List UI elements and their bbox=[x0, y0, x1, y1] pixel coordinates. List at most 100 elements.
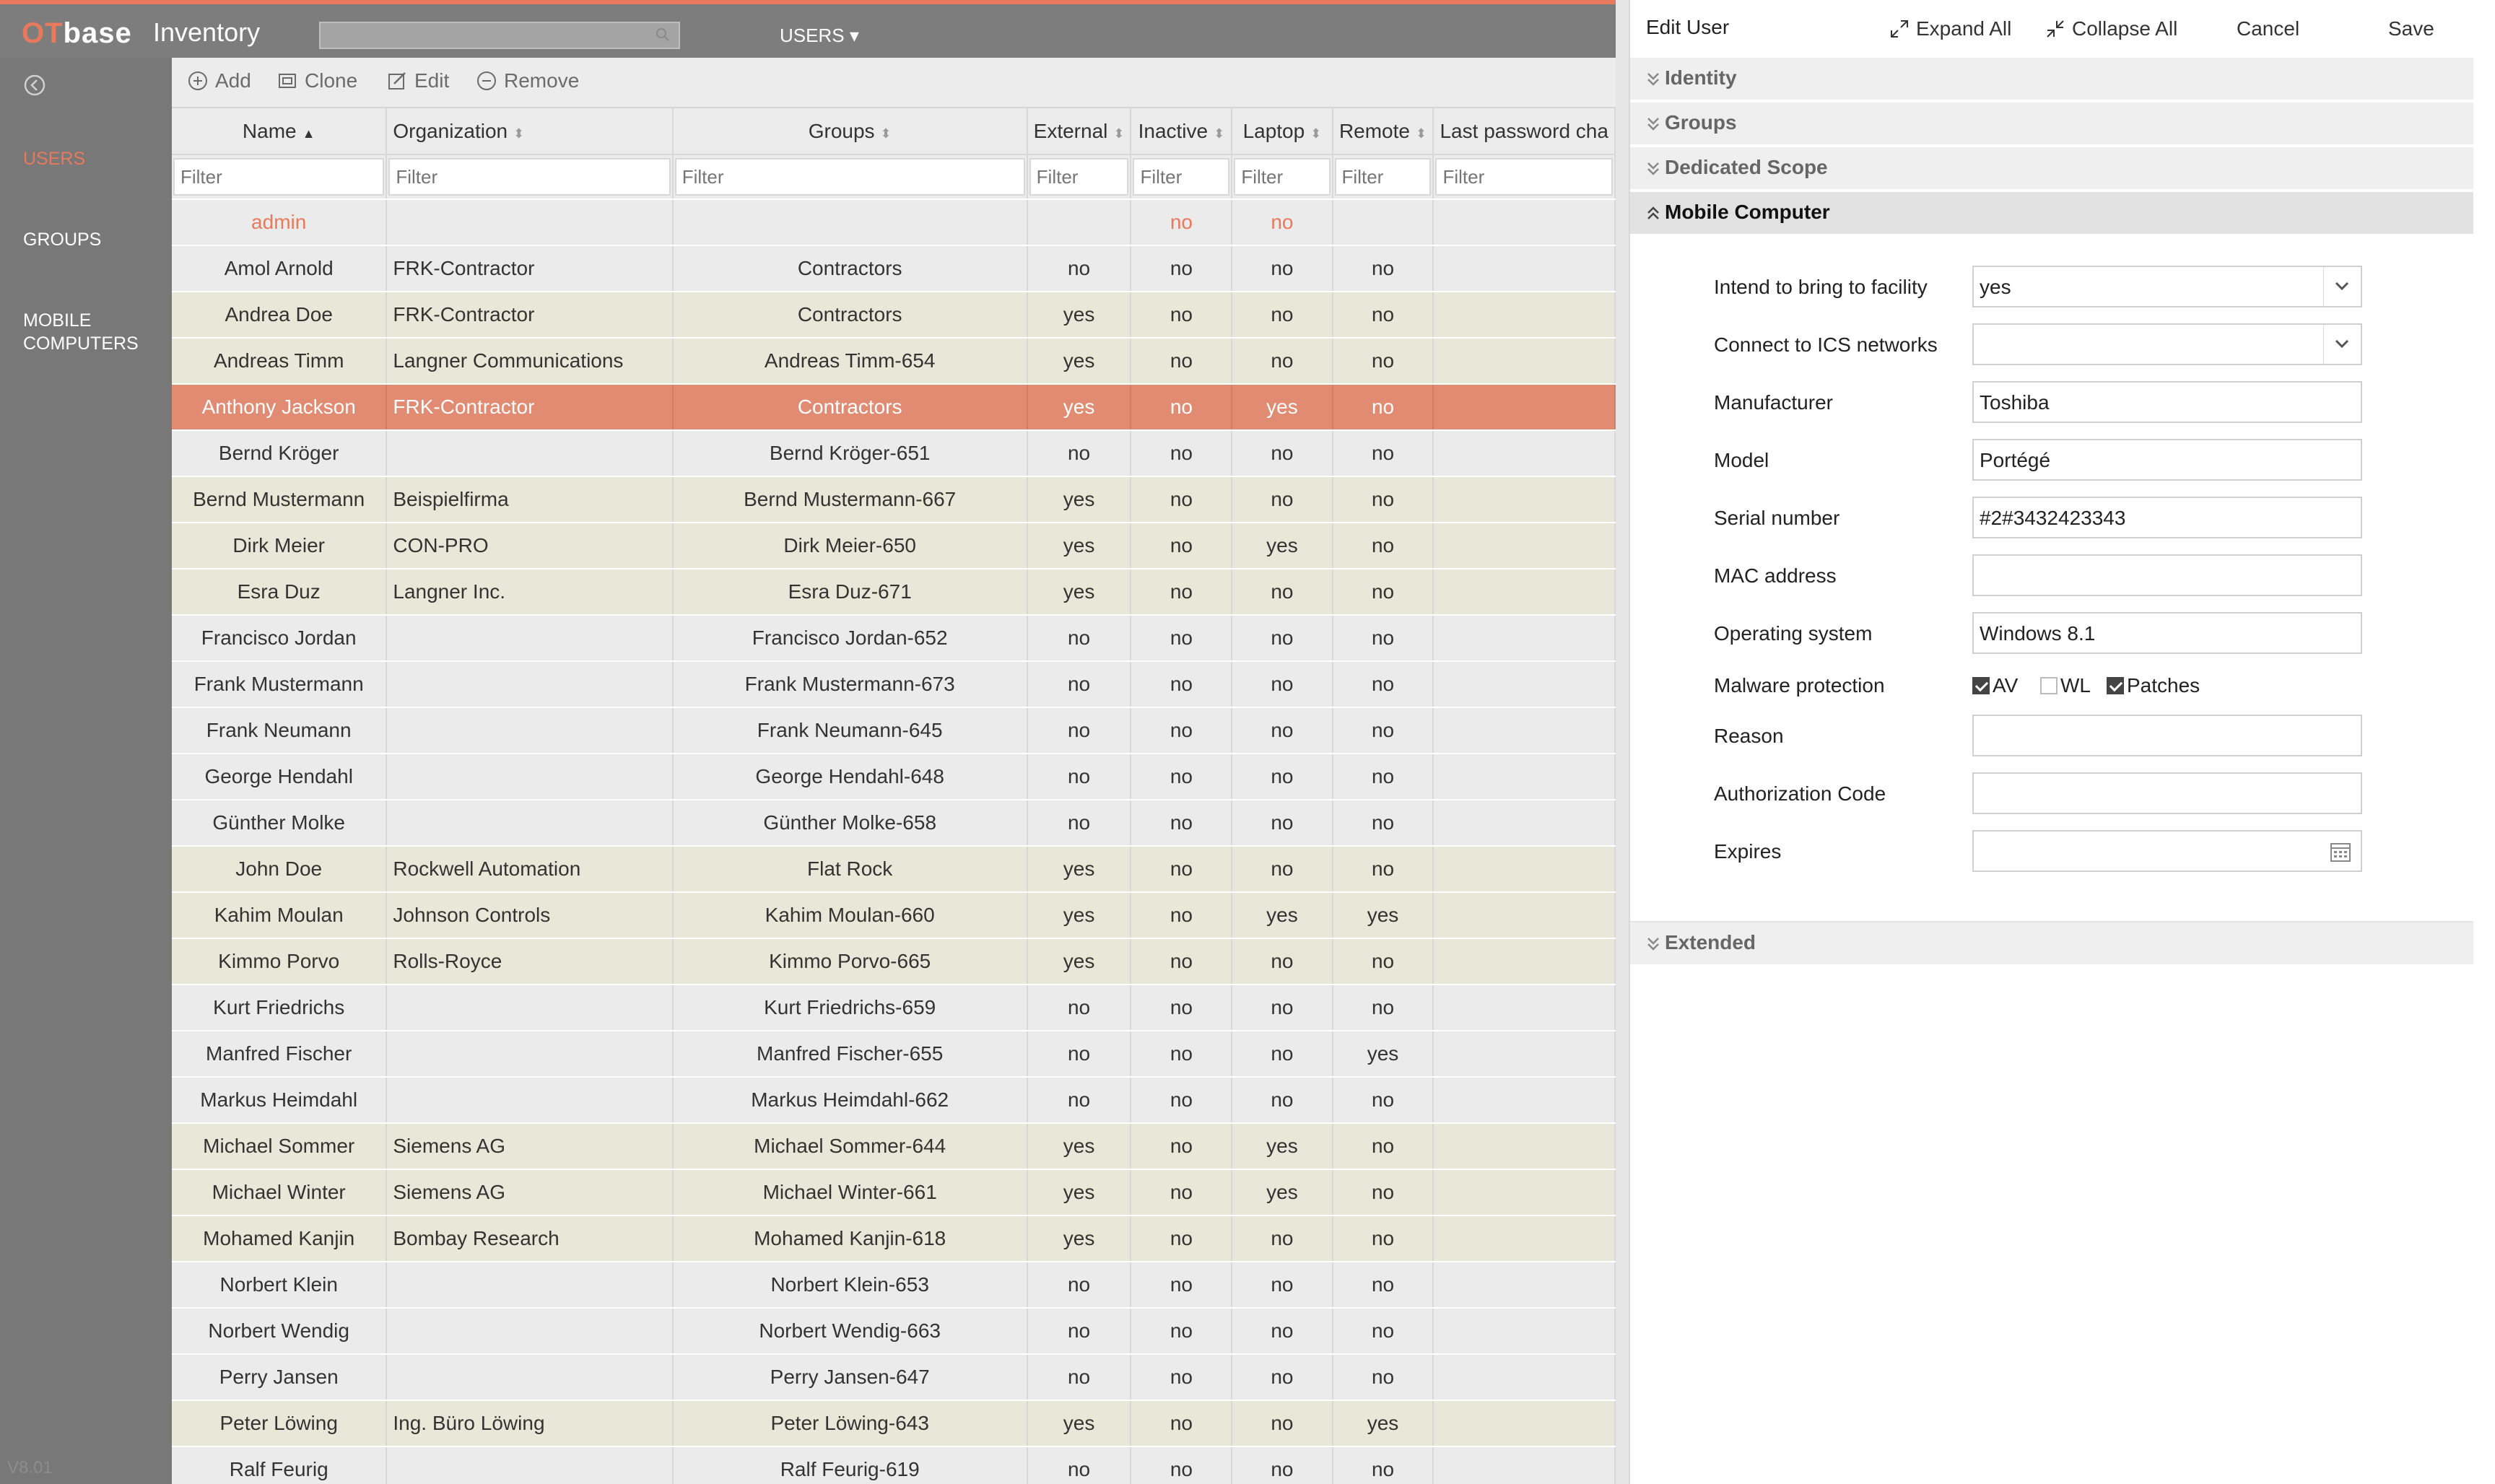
table-row[interactable]: Bernd Kröger Bernd Kröger-651 no no no no bbox=[172, 430, 1616, 477]
expand-all-button[interactable]: Expand All bbox=[1889, 17, 2011, 40]
col-header-name[interactable]: Name ▲ bbox=[172, 108, 388, 155]
table-row[interactable]: Kurt Friedrichs Kurt Friedrichs-659 no no no… bbox=[172, 985, 1616, 1031]
last-password-cell bbox=[1433, 661, 1616, 708]
table-row[interactable]: Andreas Timm Langner Communications Andrea… bbox=[172, 338, 1616, 385]
back-circle-icon[interactable] bbox=[23, 74, 46, 97]
save-button[interactable]: Save bbox=[2388, 17, 2434, 40]
remote-cell: no bbox=[1332, 707, 1434, 754]
sidebar-item-users[interactable]: USERS bbox=[23, 147, 85, 170]
col-header-remote[interactable]: Remote ⬍ bbox=[1332, 108, 1434, 155]
sidebar-item-groups[interactable]: GROUPS bbox=[23, 228, 101, 251]
col-header-organization[interactable]: Organization ⬍ bbox=[386, 108, 674, 155]
sort-icon: ⬍ bbox=[1113, 126, 1125, 141]
table-row[interactable]: Francisco Jordan Francisco Jordan-652 no no… bbox=[172, 615, 1616, 662]
table-row[interactable]: Michael Winter Siemens AG Michael Winter-6… bbox=[172, 1169, 1616, 1216]
filter-remote-input[interactable] bbox=[1334, 158, 1432, 196]
name-cell: Markus Heimdahl bbox=[172, 1077, 388, 1124]
operating-system-input[interactable]: Windows 8.1 bbox=[1972, 612, 2362, 654]
table-row[interactable]: Norbert Wendig Norbert Wendig-663 no no no no bbox=[172, 1308, 1616, 1355]
manufacturer-input[interactable]: Toshiba bbox=[1972, 381, 2362, 423]
col-header-laptop[interactable]: Laptop ⬍ bbox=[1232, 108, 1333, 155]
mac-address-input[interactable] bbox=[1972, 554, 2362, 596]
otbase-logo[interactable]: OTbase bbox=[22, 17, 132, 50]
table-row[interactable]: admin no no bbox=[172, 199, 1616, 246]
wl-checkbox[interactable]: WL bbox=[2040, 674, 2091, 697]
last-password-cell bbox=[1433, 707, 1616, 754]
table-row[interactable]: Anthony Jackson FRK-Contractor Contractors… bbox=[172, 384, 1616, 431]
col-header-groups[interactable]: Groups ⬍ bbox=[672, 108, 1028, 155]
chevron-down-icon: ▾ bbox=[849, 25, 859, 46]
col-header-inactive[interactable]: Inactive ⬍ bbox=[1131, 108, 1233, 155]
table-row[interactable]: Mohamed Kanjin Bombay Research Mohamed Kan… bbox=[172, 1215, 1616, 1262]
collapse-all-button[interactable]: Collapse All bbox=[2045, 17, 2177, 40]
av-checkbox[interactable]: AV bbox=[1972, 674, 2018, 697]
connect-select[interactable] bbox=[1972, 323, 2362, 365]
filter-cell bbox=[386, 154, 674, 200]
table-row[interactable]: Markus Heimdahl Markus Heimdahl-662 no no no… bbox=[172, 1077, 1616, 1124]
table-row[interactable]: Kimmo Porvo Rolls-Royce Kimmo Porvo-665 yes… bbox=[172, 938, 1616, 985]
table-row[interactable]: George Hendahl George Hendahl-648 no no no no bbox=[172, 754, 1616, 800]
table-row[interactable]: Norbert Klein Norbert Klein-653 no no no no bbox=[172, 1262, 1616, 1309]
table-row[interactable]: Günther Molke Günther Molke-658 no no no no bbox=[172, 800, 1616, 847]
clone-button[interactable]: Clone bbox=[276, 69, 357, 92]
remote-cell: no bbox=[1332, 1077, 1434, 1124]
table-row[interactable]: Frank Mustermann Frank Mustermann-673 no no… bbox=[172, 661, 1616, 708]
edit-button[interactable]: Edit bbox=[386, 69, 449, 92]
inactive-cell: no bbox=[1131, 985, 1233, 1031]
section-dedicated-scope[interactable]: Dedicated Scope bbox=[1630, 147, 2473, 191]
search-input[interactable] bbox=[319, 22, 680, 49]
table-row[interactable]: Andrea Doe FRK-Contractor Contractors yes no… bbox=[172, 292, 1616, 339]
remove-button[interactable]: Remove bbox=[475, 69, 579, 92]
col-header-external[interactable]: External ⬍ bbox=[1027, 108, 1132, 155]
name-cell: Peter Löwing bbox=[172, 1400, 388, 1447]
table-row[interactable]: Amol Arnold FRK-Contractor Contractors no no… bbox=[172, 245, 1616, 292]
authorization-code-input[interactable] bbox=[1972, 772, 2362, 814]
section-extended[interactable]: Extended bbox=[1630, 921, 2473, 966]
search-icon[interactable] bbox=[654, 26, 671, 43]
filter-inactive-input[interactable] bbox=[1133, 158, 1230, 196]
patches-checkbox[interactable]: Patches bbox=[2107, 674, 2200, 697]
organization-cell bbox=[386, 1354, 674, 1401]
table-row[interactable]: Perry Jansen Perry Jansen-647 no no no no bbox=[172, 1354, 1616, 1401]
laptop-cell: no bbox=[1232, 754, 1333, 800]
section-mobile-computer[interactable]: Mobile Computer bbox=[1630, 192, 2473, 235]
inactive-cell: no bbox=[1131, 1169, 1233, 1216]
table-row[interactable]: Frank Neumann Frank Neumann-645 no no no no bbox=[172, 707, 1616, 754]
filter-name-input[interactable] bbox=[173, 158, 385, 196]
add-button[interactable]: Add bbox=[186, 69, 251, 92]
users-menu-dropdown[interactable]: USERS ▾ bbox=[780, 25, 859, 47]
model-input[interactable]: Portégé bbox=[1972, 439, 2362, 481]
intend-select[interactable]: yes bbox=[1972, 266, 2362, 307]
expires-date-input[interactable] bbox=[1972, 830, 2362, 872]
col-header-last-password-change[interactable]: Last password cha bbox=[1433, 108, 1616, 155]
remote-cell: no bbox=[1332, 430, 1434, 477]
av-label: AV bbox=[1993, 674, 2019, 697]
table-row[interactable]: Michael Sommer Siemens AG Michael Sommer-6… bbox=[172, 1123, 1616, 1170]
section-groups[interactable]: Groups bbox=[1630, 102, 2473, 146]
inactive-cell: no bbox=[1131, 707, 1233, 754]
table-row[interactable]: John Doe Rockwell Automation Flat Rock yes n… bbox=[172, 846, 1616, 893]
table-row[interactable]: Ralf Feurig Ralf Feurig-619 no no no no bbox=[172, 1446, 1616, 1484]
table-row[interactable]: Esra Duz Langner Inc. Esra Duz-671 yes no no n… bbox=[172, 569, 1616, 616]
calendar-icon[interactable] bbox=[2329, 840, 2352, 863]
table-row[interactable]: Bernd Mustermann Beispielfirma Bernd Muste… bbox=[172, 476, 1616, 523]
cancel-button[interactable]: Cancel bbox=[2237, 17, 2299, 40]
organization-cell: Johnson Controls bbox=[386, 892, 674, 939]
sidebar-item-mobile-computers[interactable]: MOBILE COMPUTERS bbox=[23, 309, 139, 355]
table-row[interactable]: Manfred Fischer Manfred Fischer-655 no no no… bbox=[172, 1031, 1616, 1078]
panel-divider[interactable] bbox=[1616, 0, 1629, 1484]
filter-laptop-input[interactable] bbox=[1234, 158, 1331, 196]
reason-input[interactable] bbox=[1972, 715, 2362, 756]
name-cell: Norbert Klein bbox=[172, 1262, 388, 1309]
filter-external-input[interactable] bbox=[1029, 158, 1129, 196]
serial-number-input[interactable]: #2#3432423343 bbox=[1972, 497, 2362, 538]
chevron-down-icon bbox=[2323, 267, 2349, 306]
section-identity[interactable]: Identity bbox=[1630, 58, 2473, 101]
table-row[interactable]: Dirk Meier CON-PRO Dirk Meier-650 yes no yes n… bbox=[172, 523, 1616, 569]
filter-organization-input[interactable] bbox=[388, 158, 671, 196]
inactive-cell: no bbox=[1131, 292, 1233, 339]
filter-last-password-input[interactable] bbox=[1435, 158, 1613, 196]
table-row[interactable]: Peter Löwing Ing. Büro Löwing Peter Löwing… bbox=[172, 1400, 1616, 1447]
table-row[interactable]: Kahim Moulan Johnson Controls Kahim Moulan… bbox=[172, 892, 1616, 939]
filter-groups-input[interactable] bbox=[674, 158, 1025, 196]
